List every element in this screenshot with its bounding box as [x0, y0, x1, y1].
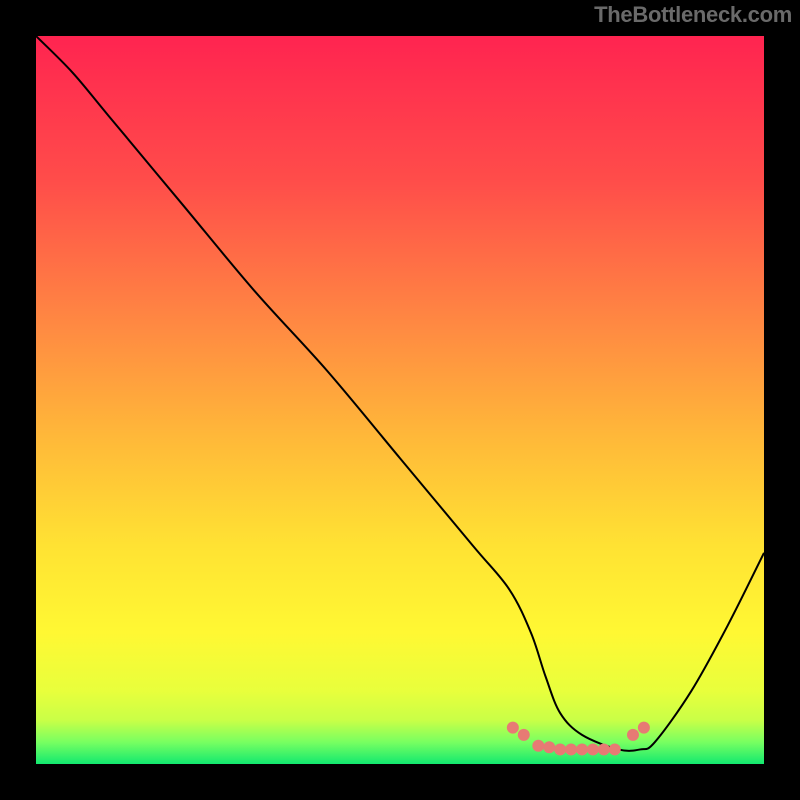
dot — [576, 743, 588, 755]
dot — [532, 740, 544, 752]
gradient-background — [36, 36, 764, 764]
dot — [554, 743, 566, 755]
dot — [518, 729, 530, 741]
dot — [565, 743, 577, 755]
dot — [598, 743, 610, 755]
chart-svg — [36, 36, 764, 764]
dot — [627, 729, 639, 741]
chart-frame: TheBottleneck.com — [0, 0, 800, 800]
plot-area — [36, 36, 764, 764]
dot — [638, 722, 650, 734]
dot — [609, 743, 621, 755]
dot — [507, 722, 519, 734]
dot — [543, 741, 555, 753]
attribution-text: TheBottleneck.com — [594, 2, 792, 28]
dot — [587, 743, 599, 755]
